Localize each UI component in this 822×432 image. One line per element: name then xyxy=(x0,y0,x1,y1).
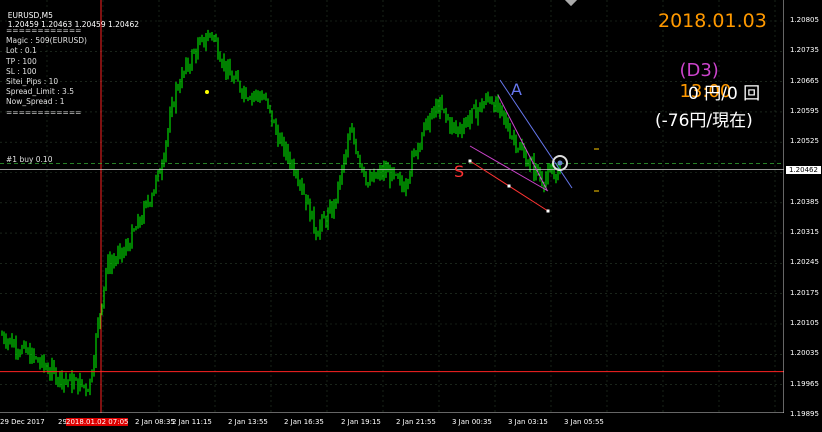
candle-chart[interactable] xyxy=(0,0,784,413)
info-line: Lot : 0.1 xyxy=(6,46,37,56)
trendline-point xyxy=(546,209,550,213)
info-line: ============ xyxy=(6,26,82,35)
info-line: Spread_Limit : 3.5 xyxy=(6,87,74,97)
price-tick-label: 1.20595 xyxy=(790,106,819,115)
ea-info-panel: ============ Magic : 509(EURUSD) Lot : 0.1… xyxy=(6,26,87,118)
chart-area[interactable] xyxy=(0,0,784,413)
info-line: Now_Spread : 1 xyxy=(6,97,65,107)
time-tick-label: 3 Jan 05:55 xyxy=(564,418,604,426)
overlay-day-tag: (D3) xyxy=(679,60,719,81)
position-marker-center xyxy=(557,160,563,166)
price-tick-label: 1.20665 xyxy=(790,76,819,85)
price-tick-label: 1.20105 xyxy=(790,319,819,327)
price-tick-label: 1.20385 xyxy=(790,197,819,206)
trendline-point xyxy=(507,184,511,188)
chart-header: EURUSD,M5 1.20459 1.20463 1.20459 1.2046… xyxy=(3,2,139,29)
price-tick-label: 1.20035 xyxy=(790,349,819,358)
marker-dot xyxy=(205,90,209,94)
info-line: Sitei_Pips : 10 xyxy=(6,77,59,87)
info-line: Magic : 509(EURUSD) xyxy=(6,36,87,46)
time-tick-label: 3 Jan 00:35 xyxy=(452,418,492,426)
price-tick-label: 1.19895 xyxy=(790,409,819,418)
price-tick-label: 1.20315 xyxy=(790,228,819,237)
info-line: SL : 100 xyxy=(6,66,37,76)
info-line: TP : 100 xyxy=(6,56,37,66)
symbol-label: EURUSD,M5 xyxy=(7,11,53,20)
label-s: S xyxy=(454,162,465,181)
time-tick-label: 2 Jan 08:35 xyxy=(135,418,175,426)
time-tick-label: 2 Jan 19:15 xyxy=(341,418,381,426)
overlay-profit: 0 円/0 回 xyxy=(688,84,761,104)
price-tick-label: 1.19965 xyxy=(790,379,819,388)
time-tick-label: 2 Jan 11:15 xyxy=(172,418,212,426)
overlay-current: (-76円/現在) xyxy=(655,111,753,131)
time-tick-label: 2 Jan 21:55 xyxy=(396,418,436,426)
price-tick-label: 1.20175 xyxy=(790,288,819,297)
price-tick-label: 1.20805 xyxy=(790,16,819,24)
overlay-date: 2018.01.03 xyxy=(658,10,767,32)
time-tick-label: 29 Dec 2017 xyxy=(0,418,45,426)
crosshair-time-label: 2018.01.02 07:05 xyxy=(66,418,129,426)
price-tick-label: 1.20735 xyxy=(790,46,819,55)
price-tick-label: 1.20525 xyxy=(790,137,819,146)
label-a: A xyxy=(511,80,522,99)
price-tick-label: 1.20462 xyxy=(786,166,821,174)
time-tick-label: 2 Jan 13:55 xyxy=(228,418,268,426)
time-tick-label: 3 Jan 03:15 xyxy=(508,418,548,426)
time-tick-label: 2 Jan 16:35 xyxy=(284,418,324,426)
order-label: #1 buy 0.10 xyxy=(6,155,53,164)
trendline-point xyxy=(468,159,472,163)
price-tick-label: 1.20245 xyxy=(790,258,819,267)
info-line: ============ xyxy=(6,107,82,117)
